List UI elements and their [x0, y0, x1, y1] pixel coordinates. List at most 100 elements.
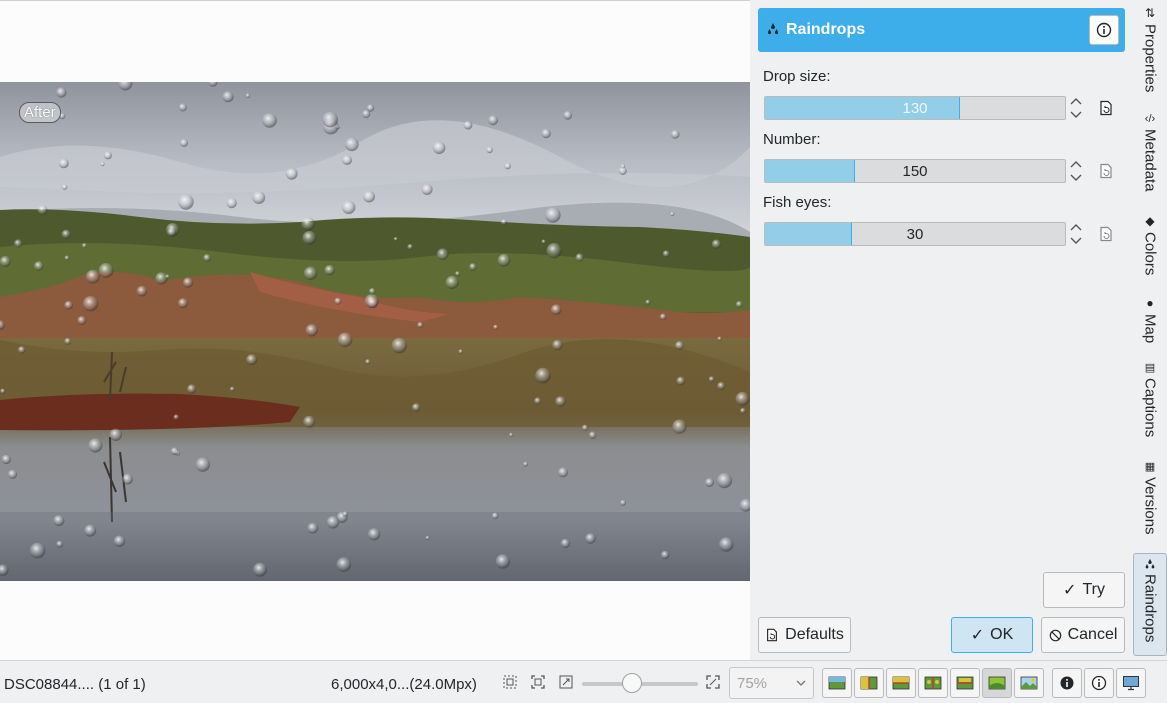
- raindrop: [672, 419, 687, 434]
- tool-header: Raindrops: [758, 8, 1125, 52]
- number-spin-arrows[interactable]: [1068, 158, 1084, 184]
- raindrop: [735, 301, 743, 308]
- drop-size-reset-icon[interactable]: [1098, 100, 1114, 116]
- raindrop: [82, 296, 99, 312]
- raindrop: [0, 256, 11, 267]
- fullscreen-icon[interactable]: [705, 674, 721, 690]
- raindrop: [253, 562, 267, 577]
- raindrop: [252, 191, 266, 204]
- number-slider[interactable]: 150: [764, 159, 1066, 183]
- raindrop: [167, 228, 176, 237]
- raindrop: [155, 272, 168, 285]
- defaults-label: Defaults: [785, 626, 844, 643]
- view-duplicate-horizontal-button[interactable]: [950, 668, 980, 698]
- view-target-button[interactable]: [982, 668, 1012, 698]
- raindrop: [7, 469, 18, 479]
- raindrop: [407, 244, 414, 250]
- view-split-vertical-button[interactable]: [854, 668, 884, 698]
- raindrop: [469, 263, 477, 271]
- raindrop: [61, 184, 68, 190]
- raindrop: [735, 391, 750, 406]
- raindrop: [203, 254, 212, 262]
- raindrop: [563, 110, 573, 120]
- defaults-button[interactable]: Defaults: [758, 617, 851, 653]
- duplicate-vertical-icon: [924, 676, 942, 690]
- underexposure-indicator-button[interactable]: [1052, 668, 1082, 698]
- raindrop: [417, 322, 424, 329]
- zoom-level-value: 75%: [737, 675, 768, 692]
- drop-size-slider[interactable]: 130: [764, 96, 1066, 120]
- zoom-fit-icon[interactable]: [530, 674, 546, 690]
- tab-versions[interactable]: ▦ Versions: [1133, 460, 1167, 535]
- raindrop: [555, 396, 566, 407]
- raindrop: [302, 231, 317, 245]
- tab-map-label: Map: [1141, 314, 1159, 344]
- tab-metadata[interactable]: ‹/› Metadata: [1133, 113, 1167, 192]
- captions-icon: ▤: [1144, 362, 1156, 374]
- raindrop: [14, 239, 23, 248]
- raindrop: [432, 141, 446, 155]
- raindrop: [173, 414, 180, 421]
- tab-captions[interactable]: ▤ Captions: [1133, 361, 1167, 437]
- zoom-slider-handle[interactable]: [622, 673, 642, 693]
- zoom-level-combo[interactable]: 75%: [729, 667, 814, 699]
- raindrop: [85, 269, 100, 284]
- color-managed-view-button[interactable]: [1116, 668, 1146, 698]
- fish-eyes-reset-icon[interactable]: [1098, 226, 1114, 242]
- view-duplicate-vertical-button[interactable]: [918, 668, 948, 698]
- raindrop: [620, 499, 626, 506]
- colors-icon: ◆: [1145, 214, 1155, 228]
- fish-eyes-spin-arrows[interactable]: [1068, 221, 1084, 247]
- zoom-to-selection-icon[interactable]: [502, 674, 518, 690]
- raindrop: [58, 158, 69, 169]
- tab-map[interactable]: ● Map: [1133, 296, 1167, 343]
- image-canvas[interactable]: [0, 0, 750, 660]
- photo-preview[interactable]: [0, 82, 750, 581]
- raindrop: [98, 263, 114, 278]
- ok-button[interactable]: ✓ OK: [951, 617, 1033, 653]
- raindrop: [178, 194, 194, 210]
- tab-colors-label: Colors: [1141, 232, 1159, 276]
- raindrop: [326, 516, 340, 529]
- raindrop: [588, 431, 597, 439]
- raindrop: [659, 313, 667, 321]
- raindrop: [136, 285, 148, 297]
- raindrop: [303, 415, 316, 428]
- raindrop: [504, 162, 511, 170]
- raindrop: [56, 540, 64, 548]
- fish-eyes-value: 30: [906, 226, 924, 243]
- zoom-original-icon[interactable]: [558, 674, 574, 690]
- raindrop: [716, 473, 733, 489]
- tab-properties[interactable]: ⇅ Properties: [1133, 6, 1167, 92]
- raindrop: [222, 91, 234, 103]
- tab-raindrops[interactable]: Raindrops: [1133, 553, 1167, 656]
- fish-eyes-slider[interactable]: 30: [764, 222, 1066, 246]
- raindrop: [113, 535, 126, 547]
- raindrop: [246, 354, 258, 366]
- number-reset-icon[interactable]: [1098, 163, 1114, 179]
- raindrop: [368, 528, 381, 541]
- drop-size-spin-arrows[interactable]: [1068, 95, 1084, 121]
- tool-info-button[interactable]: [1089, 15, 1119, 45]
- raindrop: [84, 524, 97, 537]
- try-label: Try: [1082, 581, 1105, 598]
- raindrop: [362, 109, 371, 119]
- file-name: DSC08844.... (1 of 1): [4, 676, 146, 693]
- raindrop: [1, 454, 11, 465]
- tool-panel: Raindrops Drop size: 130 Number: 150 Fis…: [750, 0, 1133, 660]
- cancel-button[interactable]: Cancel: [1041, 617, 1125, 653]
- view-original-button[interactable]: [822, 668, 852, 698]
- raindrop: [391, 337, 408, 354]
- overexposure-indicator-button[interactable]: [1084, 668, 1114, 698]
- view-split-horizontal-button[interactable]: [886, 668, 916, 698]
- tab-properties-label: Properties: [1141, 24, 1159, 93]
- raindrop: [337, 332, 353, 348]
- tab-raindrops-label: Raindrops: [1141, 574, 1159, 643]
- tab-colors[interactable]: ◆ Colors: [1133, 214, 1167, 275]
- raindrop: [500, 219, 507, 226]
- cancel-label: Cancel: [1067, 626, 1118, 643]
- view-compare-mouse-button[interactable]: [1014, 668, 1044, 698]
- raindrop: [393, 237, 398, 242]
- raindrop: [0, 388, 6, 394]
- try-button[interactable]: ✓ Try: [1043, 572, 1125, 608]
